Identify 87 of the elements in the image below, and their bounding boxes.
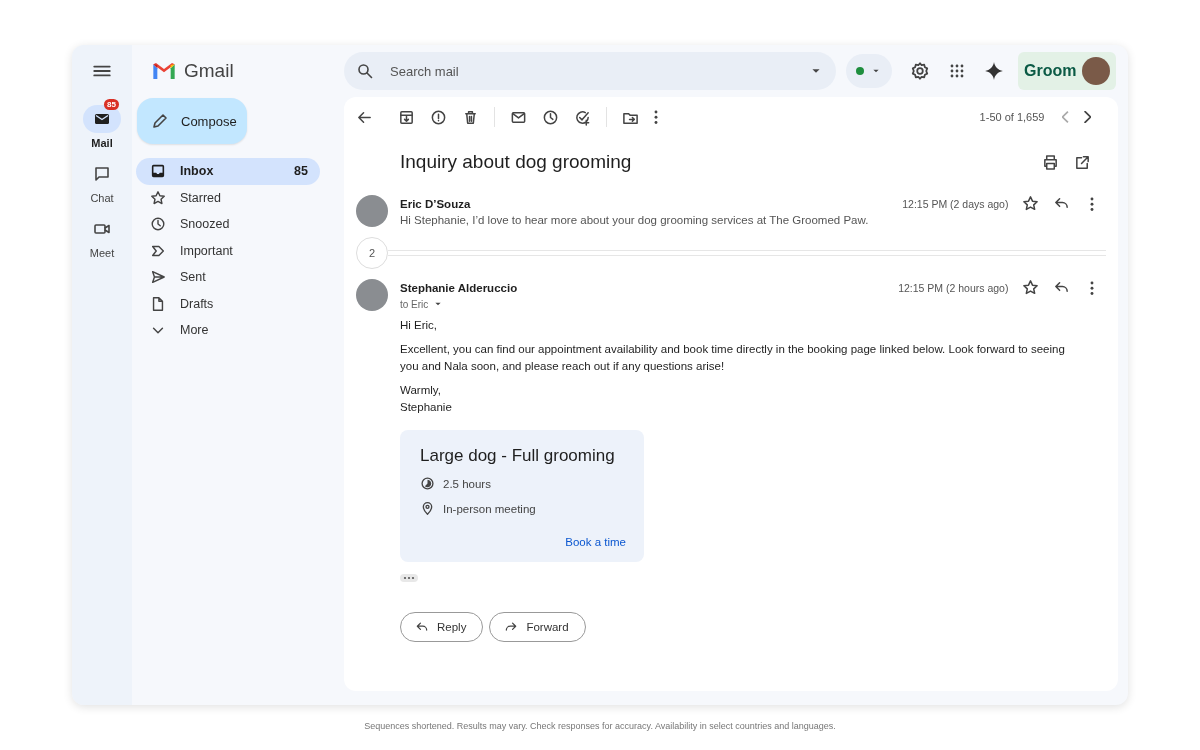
ellipsis-icon [403, 576, 415, 580]
archive-button[interactable] [398, 108, 415, 126]
report-spam-icon [430, 108, 447, 126]
booking-location: In-person meeting [443, 502, 536, 515]
sender-name: Eric D’Souza [400, 197, 472, 210]
sparkle-button[interactable] [984, 61, 1004, 81]
clock-icon [150, 216, 166, 233]
compose-button[interactable]: Compose [137, 98, 247, 144]
booking-duration: 2.5 hours [443, 477, 491, 490]
forward-button[interactable]: Forward [489, 612, 586, 642]
settings-button[interactable] [910, 61, 930, 81]
message-time: 12:15 PM (2 days ago) [902, 197, 1009, 210]
next-button[interactable] [1084, 111, 1092, 123]
external-link-icon [1074, 153, 1092, 171]
message-paragraph: Warmly, Stephanie [400, 383, 453, 415]
print-button[interactable] [1042, 153, 1060, 171]
account-button[interactable]: Groom [1018, 52, 1117, 90]
rail-tab[interactable]: Chat [83, 153, 121, 204]
star-icon [150, 189, 166, 206]
book-time-link[interactable]: Book a time [420, 536, 626, 548]
avatar-placeholder [1082, 57, 1111, 85]
report-spam-button[interactable] [430, 108, 447, 126]
message-time: 12:15 PM (2 hours ago) [898, 281, 1009, 294]
more-vertical-icon [654, 110, 658, 124]
collapsed-messages-count[interactable]: 2 [356, 237, 388, 269]
folder-item[interactable]: Snoozed [136, 211, 320, 238]
star-button[interactable] [1022, 195, 1040, 212]
archive-icon [398, 108, 415, 126]
avatar-placeholder [356, 195, 388, 227]
star-icon [1022, 195, 1040, 212]
folder-item[interactable]: Sent [136, 264, 320, 291]
folder-item[interactable]: Drafts [136, 290, 320, 317]
chat-icon [93, 165, 111, 183]
more-vertical-button[interactable] [654, 110, 658, 124]
avatar-placeholder [356, 279, 388, 311]
send-icon [150, 269, 166, 286]
document-icon [150, 295, 166, 312]
open-new-window-button[interactable] [1074, 153, 1092, 171]
pencil-icon [151, 112, 169, 130]
forward-icon [504, 620, 519, 634]
folder-item[interactable]: Important [136, 237, 320, 264]
more-button[interactable] [1090, 196, 1095, 211]
disclaimer-text: Sequences shortened. Results may vary. Check responses for accuracy. Availability in select countries and languages. [363, 721, 837, 731]
timer-icon [420, 476, 435, 491]
add-task-icon [574, 108, 591, 126]
search-icon [356, 62, 374, 80]
search-bar[interactable]: Search mail [344, 52, 836, 90]
booking-title: Large dog - Full grooming [420, 446, 616, 466]
rail-tab[interactable]: Meet [83, 208, 121, 259]
apps-grid-icon [948, 62, 966, 80]
settings-icon [910, 61, 930, 81]
clock-button[interactable] [542, 108, 559, 126]
clock-icon [542, 108, 559, 126]
inbox-icon [150, 163, 166, 180]
message-snippet: Hi Stephanie, I’d love to hear more about your dog grooming services at The Groomed Paw. [400, 214, 870, 226]
status-button[interactable] [846, 54, 892, 88]
show-trimmed-button[interactable] [400, 574, 418, 582]
reply-button[interactable]: Reply [400, 612, 484, 642]
brand-logo-text: Groom [1024, 62, 1077, 80]
more-button[interactable] [1090, 280, 1095, 295]
location-pin-icon [420, 501, 435, 516]
folder-item[interactable]: More [136, 317, 320, 344]
more-vertical-icon [1090, 280, 1095, 295]
add-task-button[interactable] [574, 108, 591, 126]
reply-icon [415, 620, 429, 634]
star-icon [1022, 279, 1040, 296]
more-vertical-icon [1090, 196, 1095, 211]
sparkle-icon [984, 61, 1004, 81]
pagination-text: 1-50 of 1,659 [979, 111, 1045, 123]
folder-item[interactable]: Inbox 85 [136, 158, 320, 185]
sender-name: Stephanie Alderuccio [400, 281, 519, 294]
message-paragraph: Excellent, you can find our appointment availability and book time directly in the booking page linked below. Look forward to seeing you and Nala soon, and please reach out if any questions arise! [400, 342, 1066, 374]
folder-item[interactable]: Starred [136, 184, 320, 211]
print-icon [1042, 153, 1060, 171]
email-subject: Inquiry about dog grooming [400, 151, 633, 173]
unread-count: 85 [104, 99, 119, 110]
star-button[interactable] [1022, 279, 1040, 296]
apps-button[interactable] [948, 62, 966, 80]
chevron-right-icon [1084, 111, 1092, 123]
message-paragraph: Hi Eric, [400, 318, 439, 333]
app-name: Gmail [184, 60, 234, 82]
trash-icon [462, 108, 479, 126]
message-collapsed[interactable]: Eric D’Souza 12:15 PM (2 days ago) Hi Stephanie, I’d love to hear more about your dog grooming services at The Groomed Paw. [356, 187, 1107, 235]
chevron-left-icon [1062, 111, 1070, 123]
trash-button[interactable] [462, 108, 479, 126]
search-field[interactable]: Search mail [388, 62, 794, 80]
recipient-text: to Eric [400, 298, 429, 310]
